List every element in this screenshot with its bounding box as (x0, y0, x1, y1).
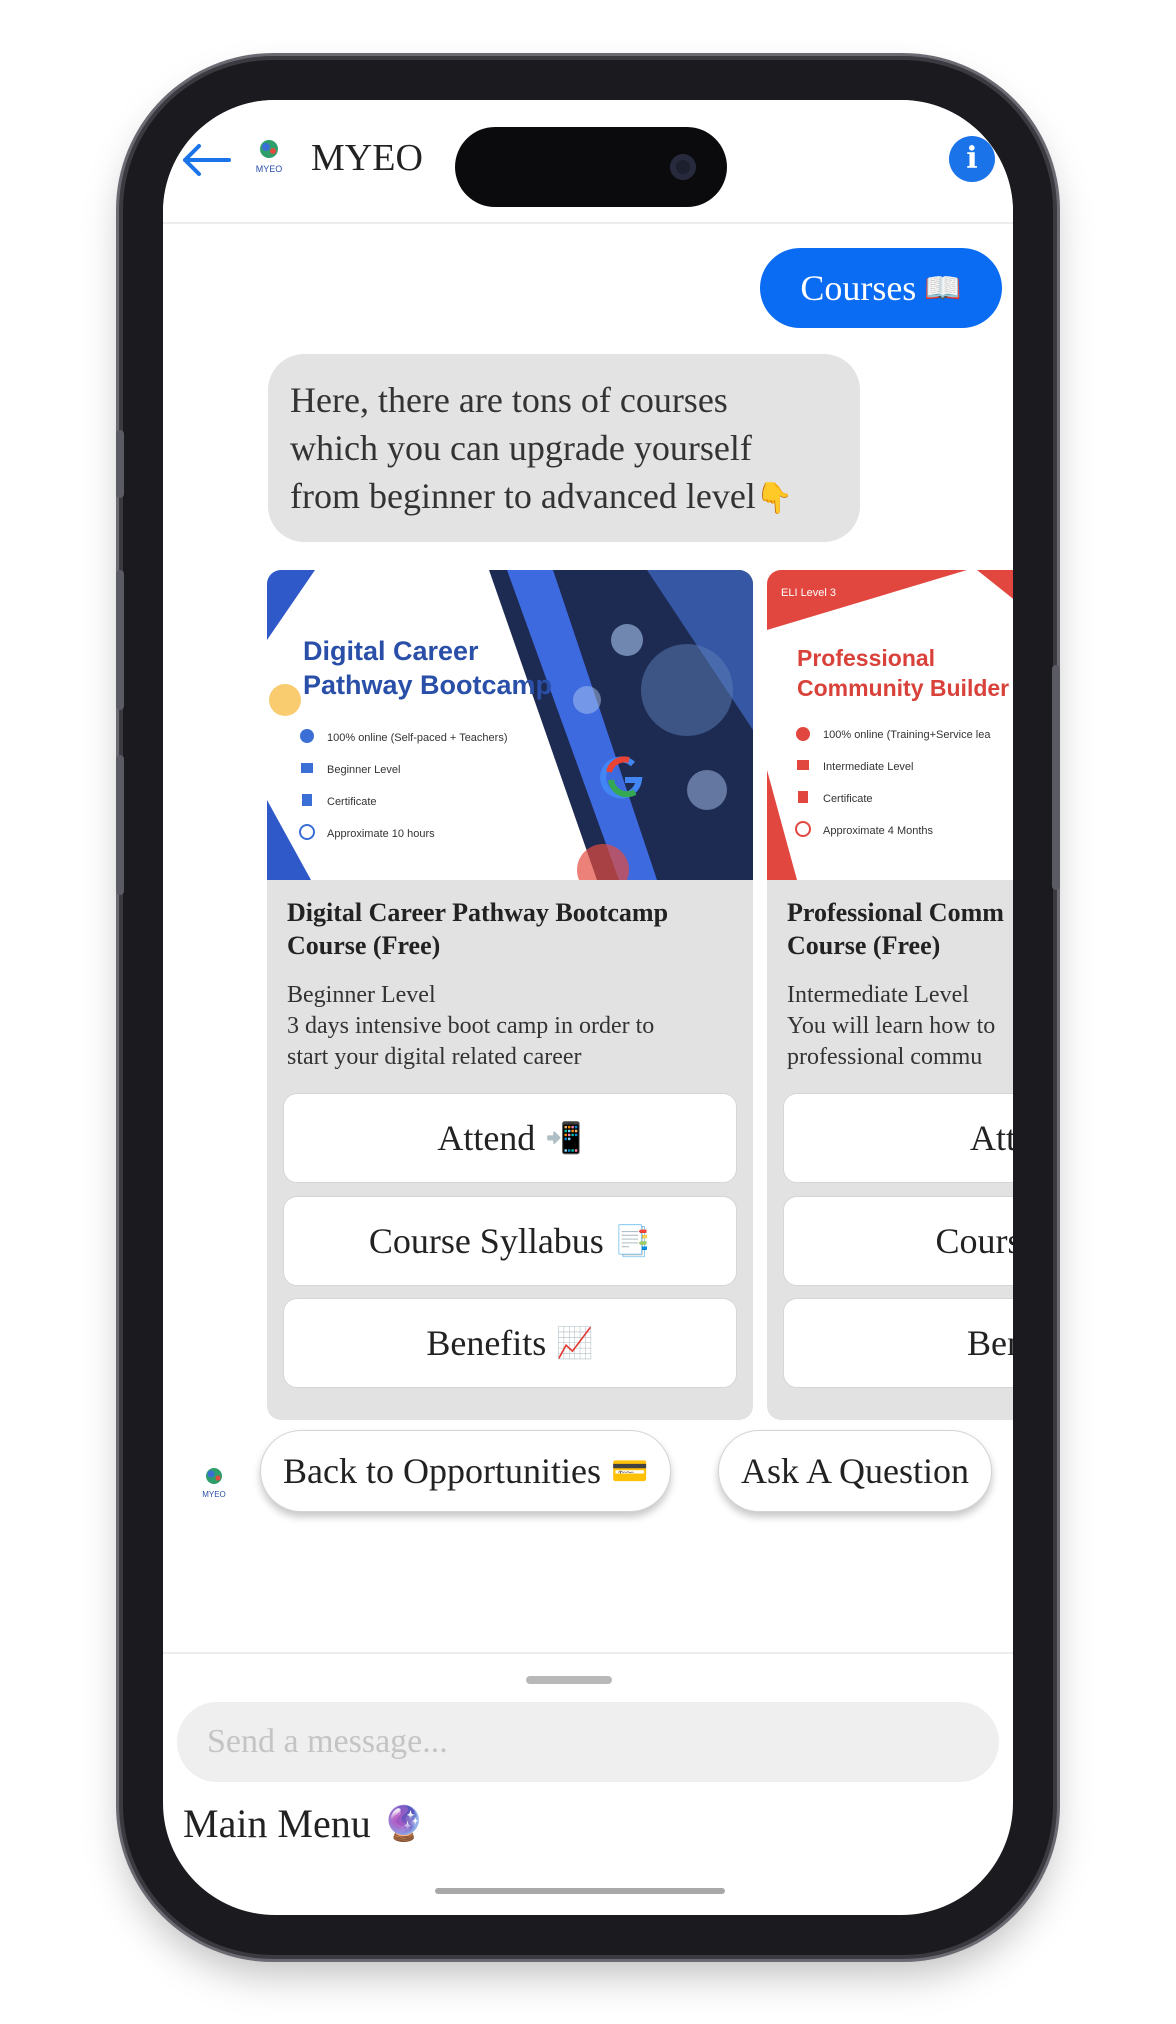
course-syllabus-button[interactable]: Course Sy (783, 1196, 1013, 1286)
benefits-button[interactable]: Benefits 📈 (283, 1298, 737, 1388)
svg-text:Certificate: Certificate (823, 793, 873, 805)
course-syllabus-button[interactable]: Course Syllabus 📑 (283, 1196, 737, 1286)
attend-button[interactable]: Attend 📲 (283, 1093, 737, 1183)
main-menu-button[interactable]: Main Menu 🔮 (183, 1800, 425, 1847)
chat-title: MYEO (311, 137, 423, 179)
drag-handle[interactable] (526, 1676, 612, 1684)
course-banner-image: ELI Level 3 Professional Community Build… (767, 570, 1013, 880)
svg-text:MYEO: MYEO (256, 164, 283, 174)
svg-text:MYEO: MYEO (202, 1490, 226, 1499)
bot-message-line: Here, there are tons of courses (290, 380, 728, 420)
svg-text:Pathway Bootcamp: Pathway Bootcamp (303, 670, 552, 700)
ask-a-question-button[interactable]: Ask A Question (718, 1430, 993, 1512)
chart-increasing-icon: 📈 (556, 1325, 594, 1361)
pointing-down-icon: 👇 (755, 481, 794, 516)
svg-text:Digital Career: Digital Career (303, 636, 479, 666)
svg-text:Beginner Level: Beginner Level (327, 764, 400, 776)
front-camera (670, 154, 696, 180)
bot-message-bubble: Here, there are tons of courses which yo… (268, 354, 860, 542)
bot-message-line: which you can upgrade yourself (290, 428, 752, 468)
course-description: Intermediate Level You will learn how to… (787, 982, 996, 1070)
svg-text:100% online (Self-paced + Teac: 100% online (Self-paced + Teachers) (327, 732, 508, 744)
course-title: Professional Comm Course (Free) (787, 898, 1004, 960)
back-to-opportunities-button[interactable]: Back to Opportunities 💳 (260, 1430, 672, 1512)
volume-down-button (116, 755, 124, 895)
bot-message-line: from beginner to advanced level👇 (290, 476, 794, 516)
svg-text:Intermediate Level: Intermediate Level (823, 761, 914, 773)
book-icon: 📖 (924, 270, 962, 306)
benefits-button[interactable]: Benef (783, 1298, 1013, 1388)
course-banner-image: Digital Career Pathway Bootcamp 100% onl… (267, 570, 753, 880)
bookmark-tabs-icon: 📑 (613, 1223, 652, 1259)
home-indicator[interactable] (435, 1888, 725, 1894)
user-message-bubble: Courses 📖 (760, 248, 1002, 328)
svg-text:ELI Level 3: ELI Level 3 (781, 587, 836, 599)
mute-switch (116, 430, 124, 498)
bot-avatar: MYEO (202, 1468, 226, 1499)
phone-screen: MYEO MYEO i Courses 📖 Here, there are to… (163, 100, 1013, 1915)
mobile-phone-arrow-icon: 📲 (545, 1120, 583, 1156)
svg-text:Approximate 10 hours: Approximate 10 hours (327, 828, 435, 840)
composer-divider (163, 1652, 1013, 1654)
course-carousel[interactable]: Digital Career Pathway Bootcamp 100% onl… (267, 570, 1013, 1430)
attend-button[interactable]: Atten (783, 1093, 1013, 1183)
message-input[interactable] (177, 1702, 999, 1782)
info-icon[interactable]: i (949, 136, 995, 182)
svg-text:100% online (Training+Service: 100% online (Training+Service lea (823, 729, 991, 741)
svg-text:Professional: Professional (797, 645, 935, 671)
user-message-text: Courses (800, 268, 917, 308)
svg-text:Community Builder: Community Builder (797, 675, 1009, 701)
course-title: Digital Career Pathway Bootcamp Course (… (287, 898, 669, 960)
crystal-ball-icon: 🔮 (382, 1803, 426, 1844)
back-arrow-icon[interactable] (179, 140, 233, 180)
myeo-logo: MYEO (256, 140, 283, 174)
course-card-community-builder[interactable]: ELI Level 3 Professional Community Build… (767, 570, 1013, 1420)
course-description: Beginner Level 3 days intensive boot cam… (287, 982, 655, 1070)
volume-up-button (116, 570, 124, 710)
svg-text:Approximate 4 Months: Approximate 4 Months (823, 825, 934, 837)
svg-text:Certificate: Certificate (327, 796, 377, 808)
power-button (1052, 665, 1060, 890)
credit-card-icon: 💳 (610, 1453, 649, 1489)
course-card-digital-career[interactable]: Digital Career Pathway Bootcamp 100% onl… (267, 570, 753, 1420)
